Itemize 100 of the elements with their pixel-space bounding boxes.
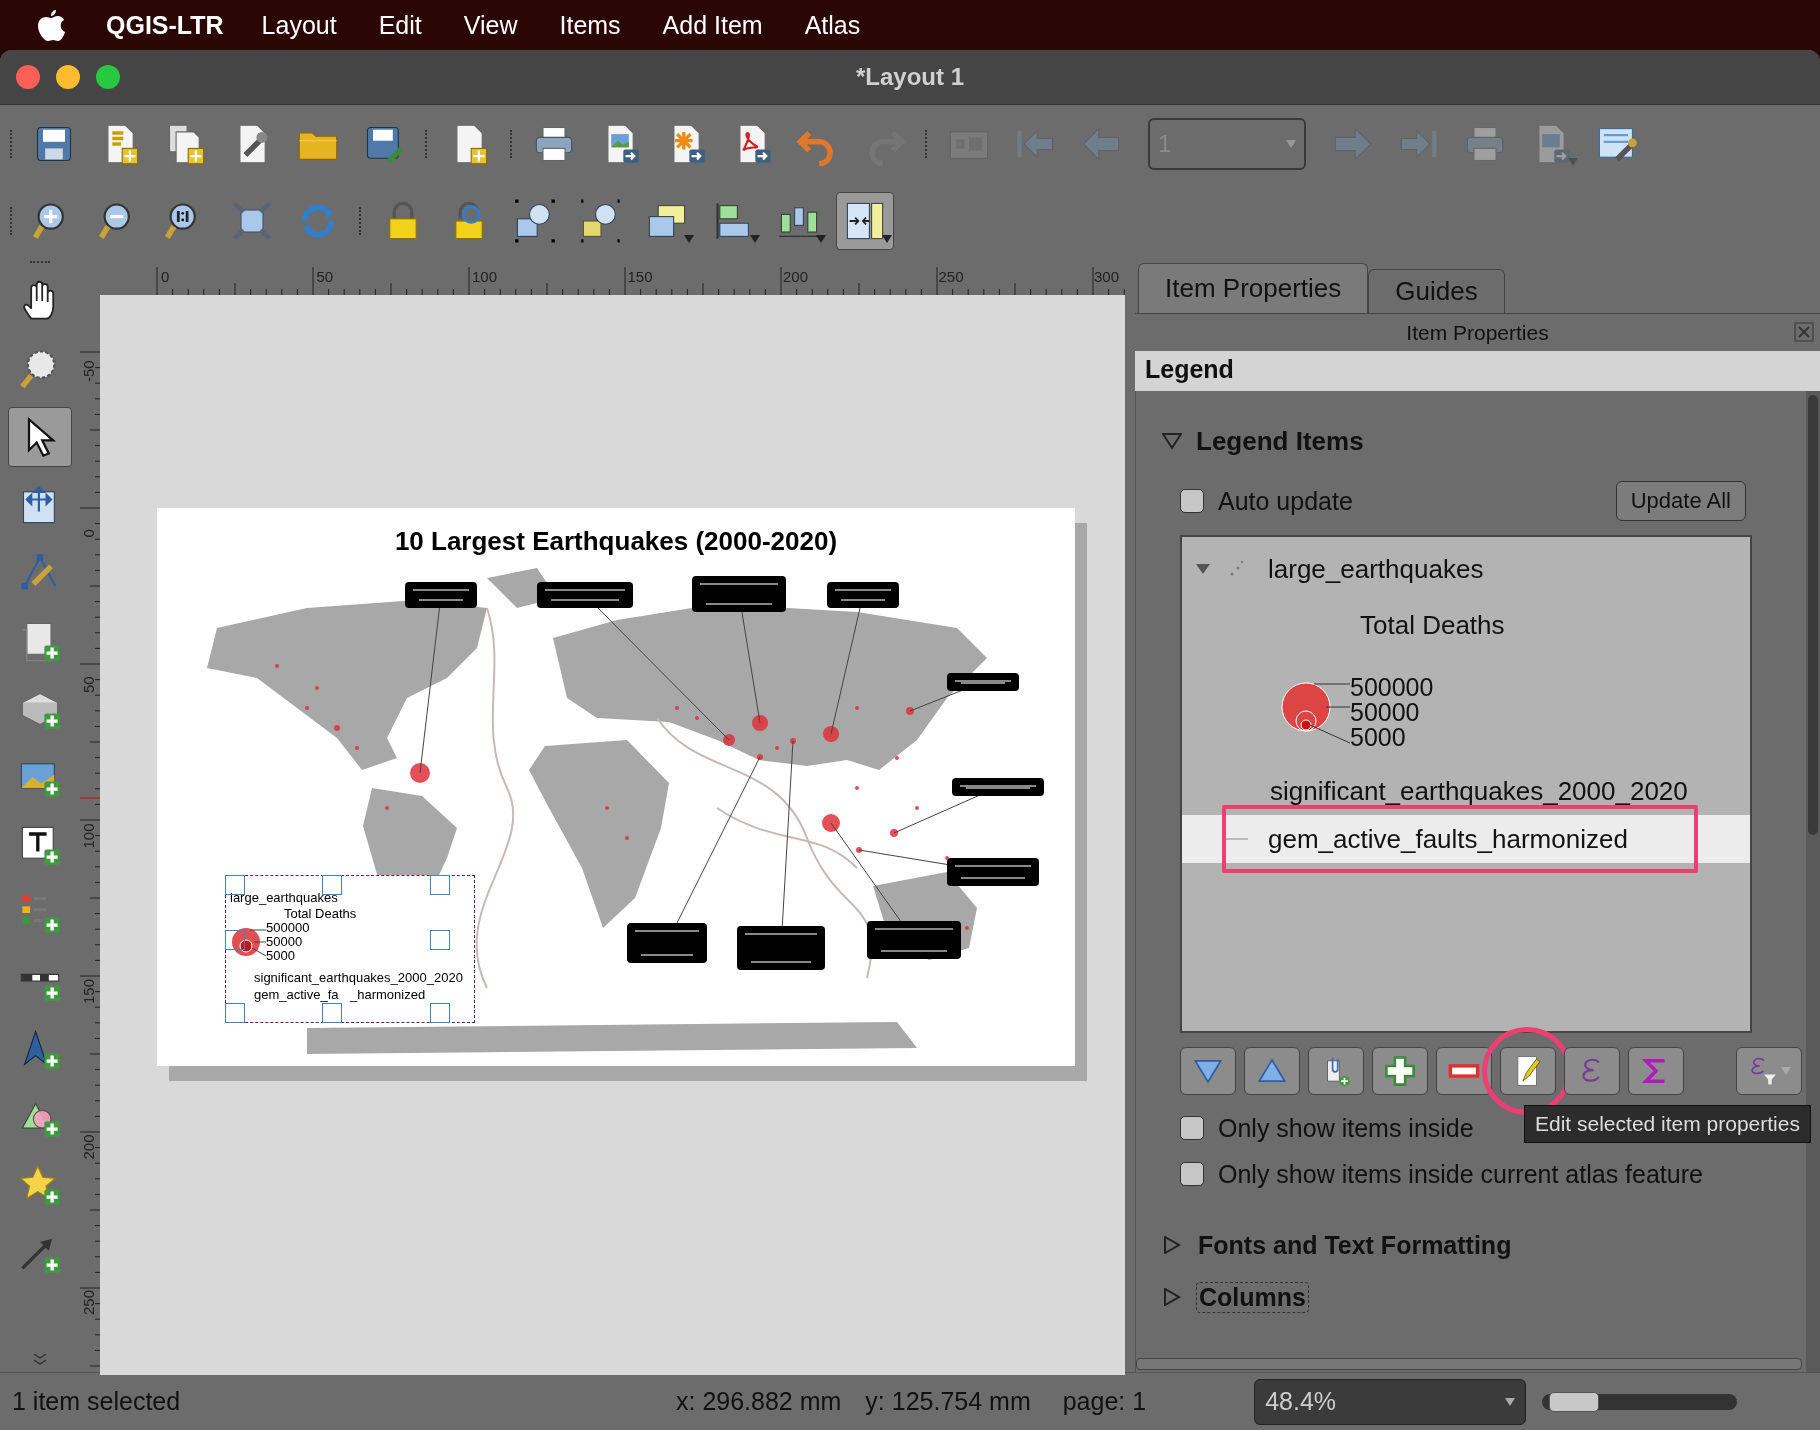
- add-group-button[interactable]: [1308, 1047, 1364, 1095]
- add-item-icon: [1383, 1054, 1417, 1088]
- legend-layer-name: large_earthquakes: [230, 890, 338, 905]
- section-toggle[interactable]: Columns: [1196, 1281, 1309, 1313]
- move-up-button[interactable]: [1244, 1047, 1300, 1095]
- expand-arrow-icon[interactable]: [1162, 1288, 1182, 1306]
- scrollbar-thumb[interactable]: [1808, 395, 1818, 835]
- update-all-button[interactable]: Update All: [1615, 481, 1746, 521]
- tree-row[interactable]: gem_active_faults_harmonized: [1182, 815, 1750, 863]
- legend-item-label: gem_active_fa: [254, 987, 339, 1002]
- ruler-label: 150: [627, 268, 653, 285]
- ruler-label: 100: [472, 268, 498, 285]
- cursor-x-coordinate: x: 296.882 mm: [676, 1387, 842, 1416]
- caret-icon: [882, 234, 892, 243]
- menu-item[interactable]: View: [463, 10, 518, 40]
- caret-icon: [684, 234, 694, 243]
- ruler-label: 0: [161, 268, 170, 285]
- selection-handle[interactable]: [430, 875, 450, 895]
- caret-icon: [1781, 1067, 1791, 1075]
- status-message: 1 item selected: [12, 1387, 182, 1416]
- resize-button[interactable]: [836, 191, 894, 250]
- legend-item-label: _harmonized: [350, 987, 426, 1002]
- panel-title: Item Properties: [1406, 320, 1549, 345]
- zoom-combo[interactable]: 48.4%: [1254, 1378, 1527, 1425]
- legend-size-value: 50000: [266, 934, 303, 949]
- add-item-button[interactable]: [1372, 1047, 1428, 1095]
- cursor-y-coordinate: y: 125.754 mm: [865, 1387, 1031, 1416]
- ruler-label: 100: [80, 823, 97, 849]
- minimize-button[interactable]: [56, 65, 80, 89]
- add-marker-tool-icon: [18, 1163, 62, 1207]
- dropdown-arrow-icon: [1286, 139, 1296, 148]
- menu-item[interactable]: Edit: [378, 10, 422, 40]
- menu-item[interactable]: Atlas: [804, 10, 861, 40]
- size-value: 500000: [1350, 674, 1434, 700]
- horizontal-scrollbar[interactable]: [1136, 1358, 1802, 1370]
- tree-item-label[interactable]: Total Deaths: [1360, 609, 1505, 641]
- checkbox[interactable]: [1180, 489, 1204, 513]
- app-menu[interactable]: QGIS-LTR: [106, 10, 224, 40]
- ruler-label: 250: [938, 268, 964, 285]
- section-toggle[interactable]: Fonts and Text Formatting: [1196, 1230, 1514, 1260]
- cursor-marker: [80, 797, 100, 799]
- slider-thumb[interactable]: [1549, 1391, 1600, 1412]
- close-icon[interactable]: [1794, 322, 1814, 342]
- checkbox-label: Auto update: [1218, 486, 1353, 516]
- ruler-label: 50: [316, 268, 334, 285]
- group-title: Legend Items: [1196, 425, 1364, 457]
- caret-icon: [1568, 157, 1578, 166]
- menu-item[interactable]: Items: [559, 10, 621, 40]
- legend-heading: Total Deaths: [284, 906, 357, 921]
- ruler-label: 0: [80, 529, 97, 538]
- group-icon: [513, 198, 557, 243]
- selection-handle[interactable]: [430, 1003, 450, 1023]
- panel-tab[interactable]: Item Properties: [1138, 263, 1369, 313]
- line-symbol-icon: [1226, 837, 1248, 841]
- ruler-label: 150: [80, 978, 97, 1004]
- tree-row[interactable]: large_earthquakes: [1182, 545, 1750, 593]
- zoom-slider[interactable]: [1542, 1393, 1738, 1410]
- menu-item[interactable]: Add Item: [662, 10, 763, 40]
- expand-arrow-icon[interactable]: [1162, 1236, 1182, 1254]
- caret-icon: [750, 234, 760, 243]
- apple-logo-icon[interactable]: [36, 8, 66, 42]
- window-title: *Layout 1: [856, 63, 964, 91]
- selection-handle[interactable]: [225, 1003, 245, 1023]
- tooltip: Edit selected item properties: [1524, 1105, 1811, 1143]
- legend-item-label: significant_earthquakes_2000_2020: [254, 970, 463, 985]
- count-button[interactable]: [1628, 1047, 1684, 1095]
- checkbox-label: Only show items inside: [1218, 1113, 1474, 1143]
- edit-item-button[interactable]: [1500, 1047, 1556, 1095]
- selection-handle[interactable]: [322, 1003, 342, 1023]
- size-value: 5000: [1350, 724, 1407, 750]
- more-tools-icon[interactable]: [32, 1352, 48, 1366]
- map-legend[interactable]: large_earthquakes Total Deaths 500000 50000 5000 significant_earthquakes_2000_2020 gem_active_fa _harmonized: [225, 875, 475, 1023]
- map-title: 10 Largest Earthquakes (2000-2020): [393, 526, 839, 557]
- selection-handle[interactable]: [225, 875, 245, 895]
- remove-item-button[interactable]: [1436, 1047, 1492, 1095]
- select-tool-button[interactable]: [8, 407, 72, 467]
- legend-size-value: 5000: [266, 948, 295, 963]
- zoom-window-button[interactable]: [96, 65, 120, 89]
- selection-handle[interactable]: [430, 930, 450, 950]
- dropdown-arrow-icon: [1505, 1397, 1516, 1406]
- ungroup-icon: [579, 198, 623, 243]
- tree-item-label: significant_earthquakes_2000_2020: [1270, 775, 1688, 807]
- move-down-button[interactable]: [1180, 1047, 1236, 1095]
- panel-tab[interactable]: Guides: [1368, 269, 1505, 313]
- filter-button[interactable]: [1736, 1047, 1802, 1095]
- page-number: page: 1: [1062, 1387, 1147, 1416]
- ruler-label: 200: [80, 1134, 97, 1160]
- checkbox[interactable]: [1180, 1116, 1204, 1140]
- expand-arrow-icon[interactable]: [1194, 562, 1212, 576]
- tree-row[interactable]: significant_earthquakes_2000_2020: [1182, 767, 1750, 815]
- collapse-icon[interactable]: [1162, 432, 1182, 450]
- section-header: Legend: [1135, 351, 1820, 391]
- menu-item[interactable]: Layout: [261, 10, 337, 40]
- size-value: 50000: [1350, 699, 1421, 725]
- selection-handle[interactable]: [322, 875, 342, 895]
- caret-icon: [816, 234, 826, 243]
- expression-button[interactable]: [1564, 1047, 1620, 1095]
- checkbox[interactable]: [1180, 1162, 1204, 1186]
- selection-handle[interactable]: [225, 930, 245, 950]
- close-window-button[interactable]: [16, 65, 40, 89]
